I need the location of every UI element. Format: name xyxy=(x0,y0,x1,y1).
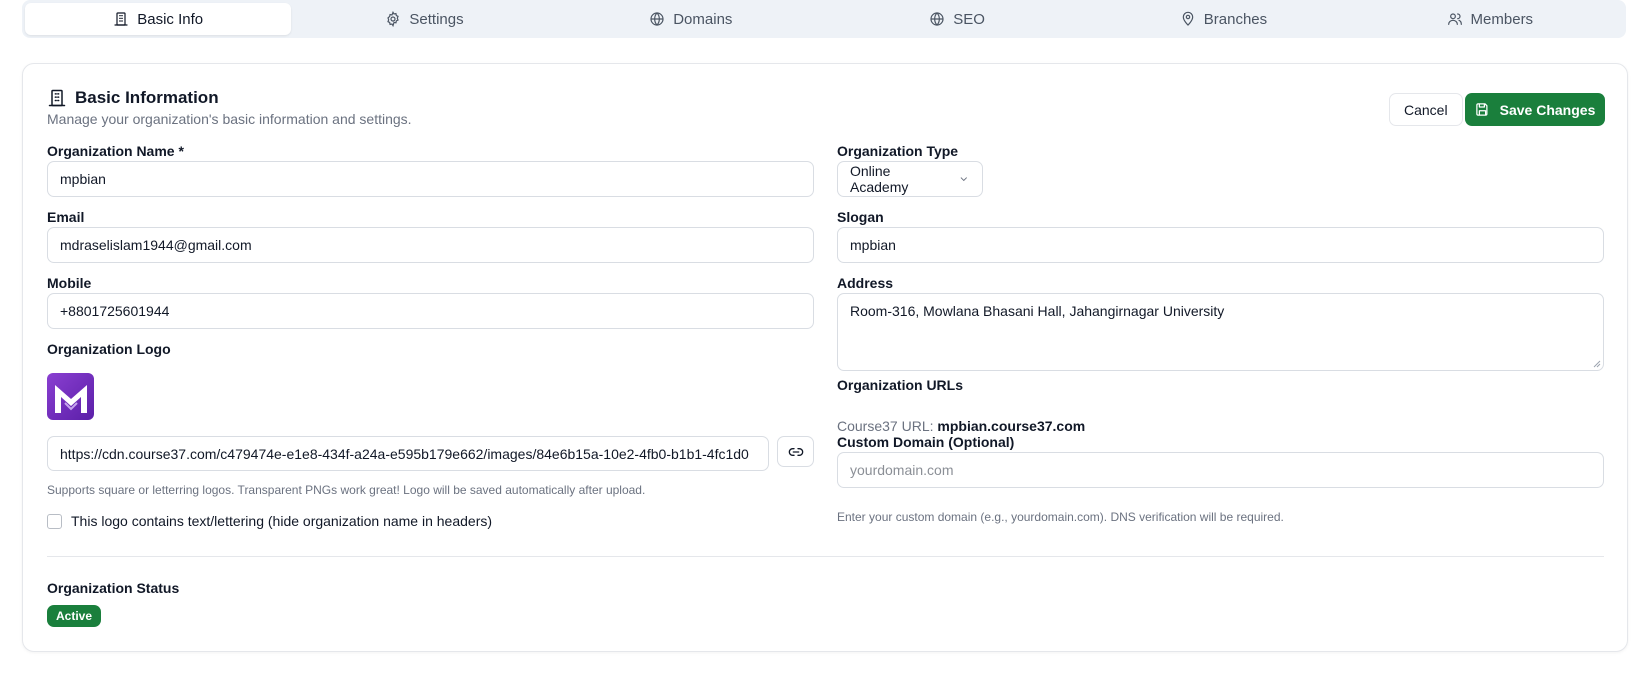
chevron-down-icon xyxy=(960,177,968,182)
tab-label: SEO xyxy=(953,10,985,28)
tab-branches[interactable]: Branches xyxy=(1090,3,1356,35)
logo-label: Organization Logo xyxy=(47,341,171,357)
tab-members[interactable]: Members xyxy=(1357,3,1623,35)
org-name-input[interactable]: mpbian xyxy=(47,161,814,197)
slogan-input[interactable]: mpbian xyxy=(837,227,1604,263)
card-title: Basic Information xyxy=(47,88,219,108)
org-name-label: Organization Name * xyxy=(47,143,184,159)
course37-url-prefix: Course37 URL: xyxy=(837,418,934,434)
link-button[interactable] xyxy=(777,436,814,467)
org-urls-label: Organization URLs xyxy=(837,377,964,393)
building-icon xyxy=(114,12,128,26)
card-description: Manage your organization's basic informa… xyxy=(47,111,412,127)
cancel-button[interactable]: Cancel xyxy=(1389,93,1463,126)
address-textarea[interactable]: Room-316, Mowlana Bhasani Hall, Jahangir… xyxy=(837,293,1604,371)
tab-label: Settings xyxy=(409,10,464,28)
building-icon xyxy=(48,89,66,107)
status-badge: Active xyxy=(47,605,102,627)
map-pin-icon xyxy=(1182,11,1194,26)
address-value: Room-316, Mowlana Bhasani Hall, Jahangir… xyxy=(850,303,1225,319)
logo-hint: Supports square or letterring logos. Tra… xyxy=(47,483,646,497)
save-button-label: Save Changes xyxy=(1499,101,1596,118)
logo-m-icon xyxy=(54,384,87,413)
email-input[interactable]: mdraselislam1944@gmail.com xyxy=(47,227,814,263)
org-status-label: Organization Status xyxy=(47,580,180,596)
users-icon xyxy=(1447,13,1462,25)
custom-domain-input[interactable]: yourdomain.com xyxy=(837,452,1604,488)
resize-grip-icon[interactable] xyxy=(1593,360,1601,368)
org-type-label: Organization Type xyxy=(837,143,959,159)
section-divider xyxy=(47,556,1604,557)
tab-label: Basic Info xyxy=(137,10,204,28)
custom-domain-hint: Enter your custom domain (e.g., yourdoma… xyxy=(837,510,1284,524)
link-icon xyxy=(788,447,803,456)
course37-url-value[interactable]: mpbian.course37.com xyxy=(937,418,1085,434)
tab-seo[interactable]: SEO xyxy=(824,3,1090,35)
slogan-label: Slogan xyxy=(837,209,884,225)
email-label: Email xyxy=(47,209,85,225)
gear-icon xyxy=(387,11,400,27)
basic-info-card: Basic Information Manage your organizati… xyxy=(22,63,1628,652)
organization-logo-image xyxy=(47,373,94,420)
org-type-select[interactable]: Online Academy xyxy=(837,161,983,197)
org-type-value: Online Academy xyxy=(850,163,909,195)
save-icon xyxy=(1475,103,1488,116)
course37-url-line: Course37 URL: mpbian.course37.com xyxy=(837,418,1085,434)
globe-icon xyxy=(650,12,664,26)
tab-label: Members xyxy=(1470,10,1534,28)
save-changes-button[interactable]: Save Changes xyxy=(1465,93,1605,126)
logo-url-input[interactable]: https://cdn.course37.com/c479474e-e1e8-4… xyxy=(47,436,769,471)
logo-text-checkbox-label[interactable]: This logo contains text/lettering (hide … xyxy=(71,513,492,529)
tab-basic-info[interactable]: Basic Info xyxy=(25,3,292,35)
address-label: Address xyxy=(837,275,894,291)
tab-label: Domains xyxy=(673,10,733,28)
mobile-input[interactable]: +8801725601944 xyxy=(47,293,814,329)
tab-domains[interactable]: Domains xyxy=(558,3,824,35)
tab-label: Branches xyxy=(1203,10,1268,28)
tab-bar: Basic Info Settings Domains SEO Branches… xyxy=(22,0,1626,38)
tab-settings[interactable]: Settings xyxy=(291,3,557,35)
mobile-label: Mobile xyxy=(47,275,92,291)
card-title-text: Basic Information xyxy=(75,88,219,107)
custom-domain-label: Custom Domain (Optional) xyxy=(837,434,1015,450)
globe-icon xyxy=(930,12,944,26)
logo-text-checkbox[interactable] xyxy=(47,514,62,529)
